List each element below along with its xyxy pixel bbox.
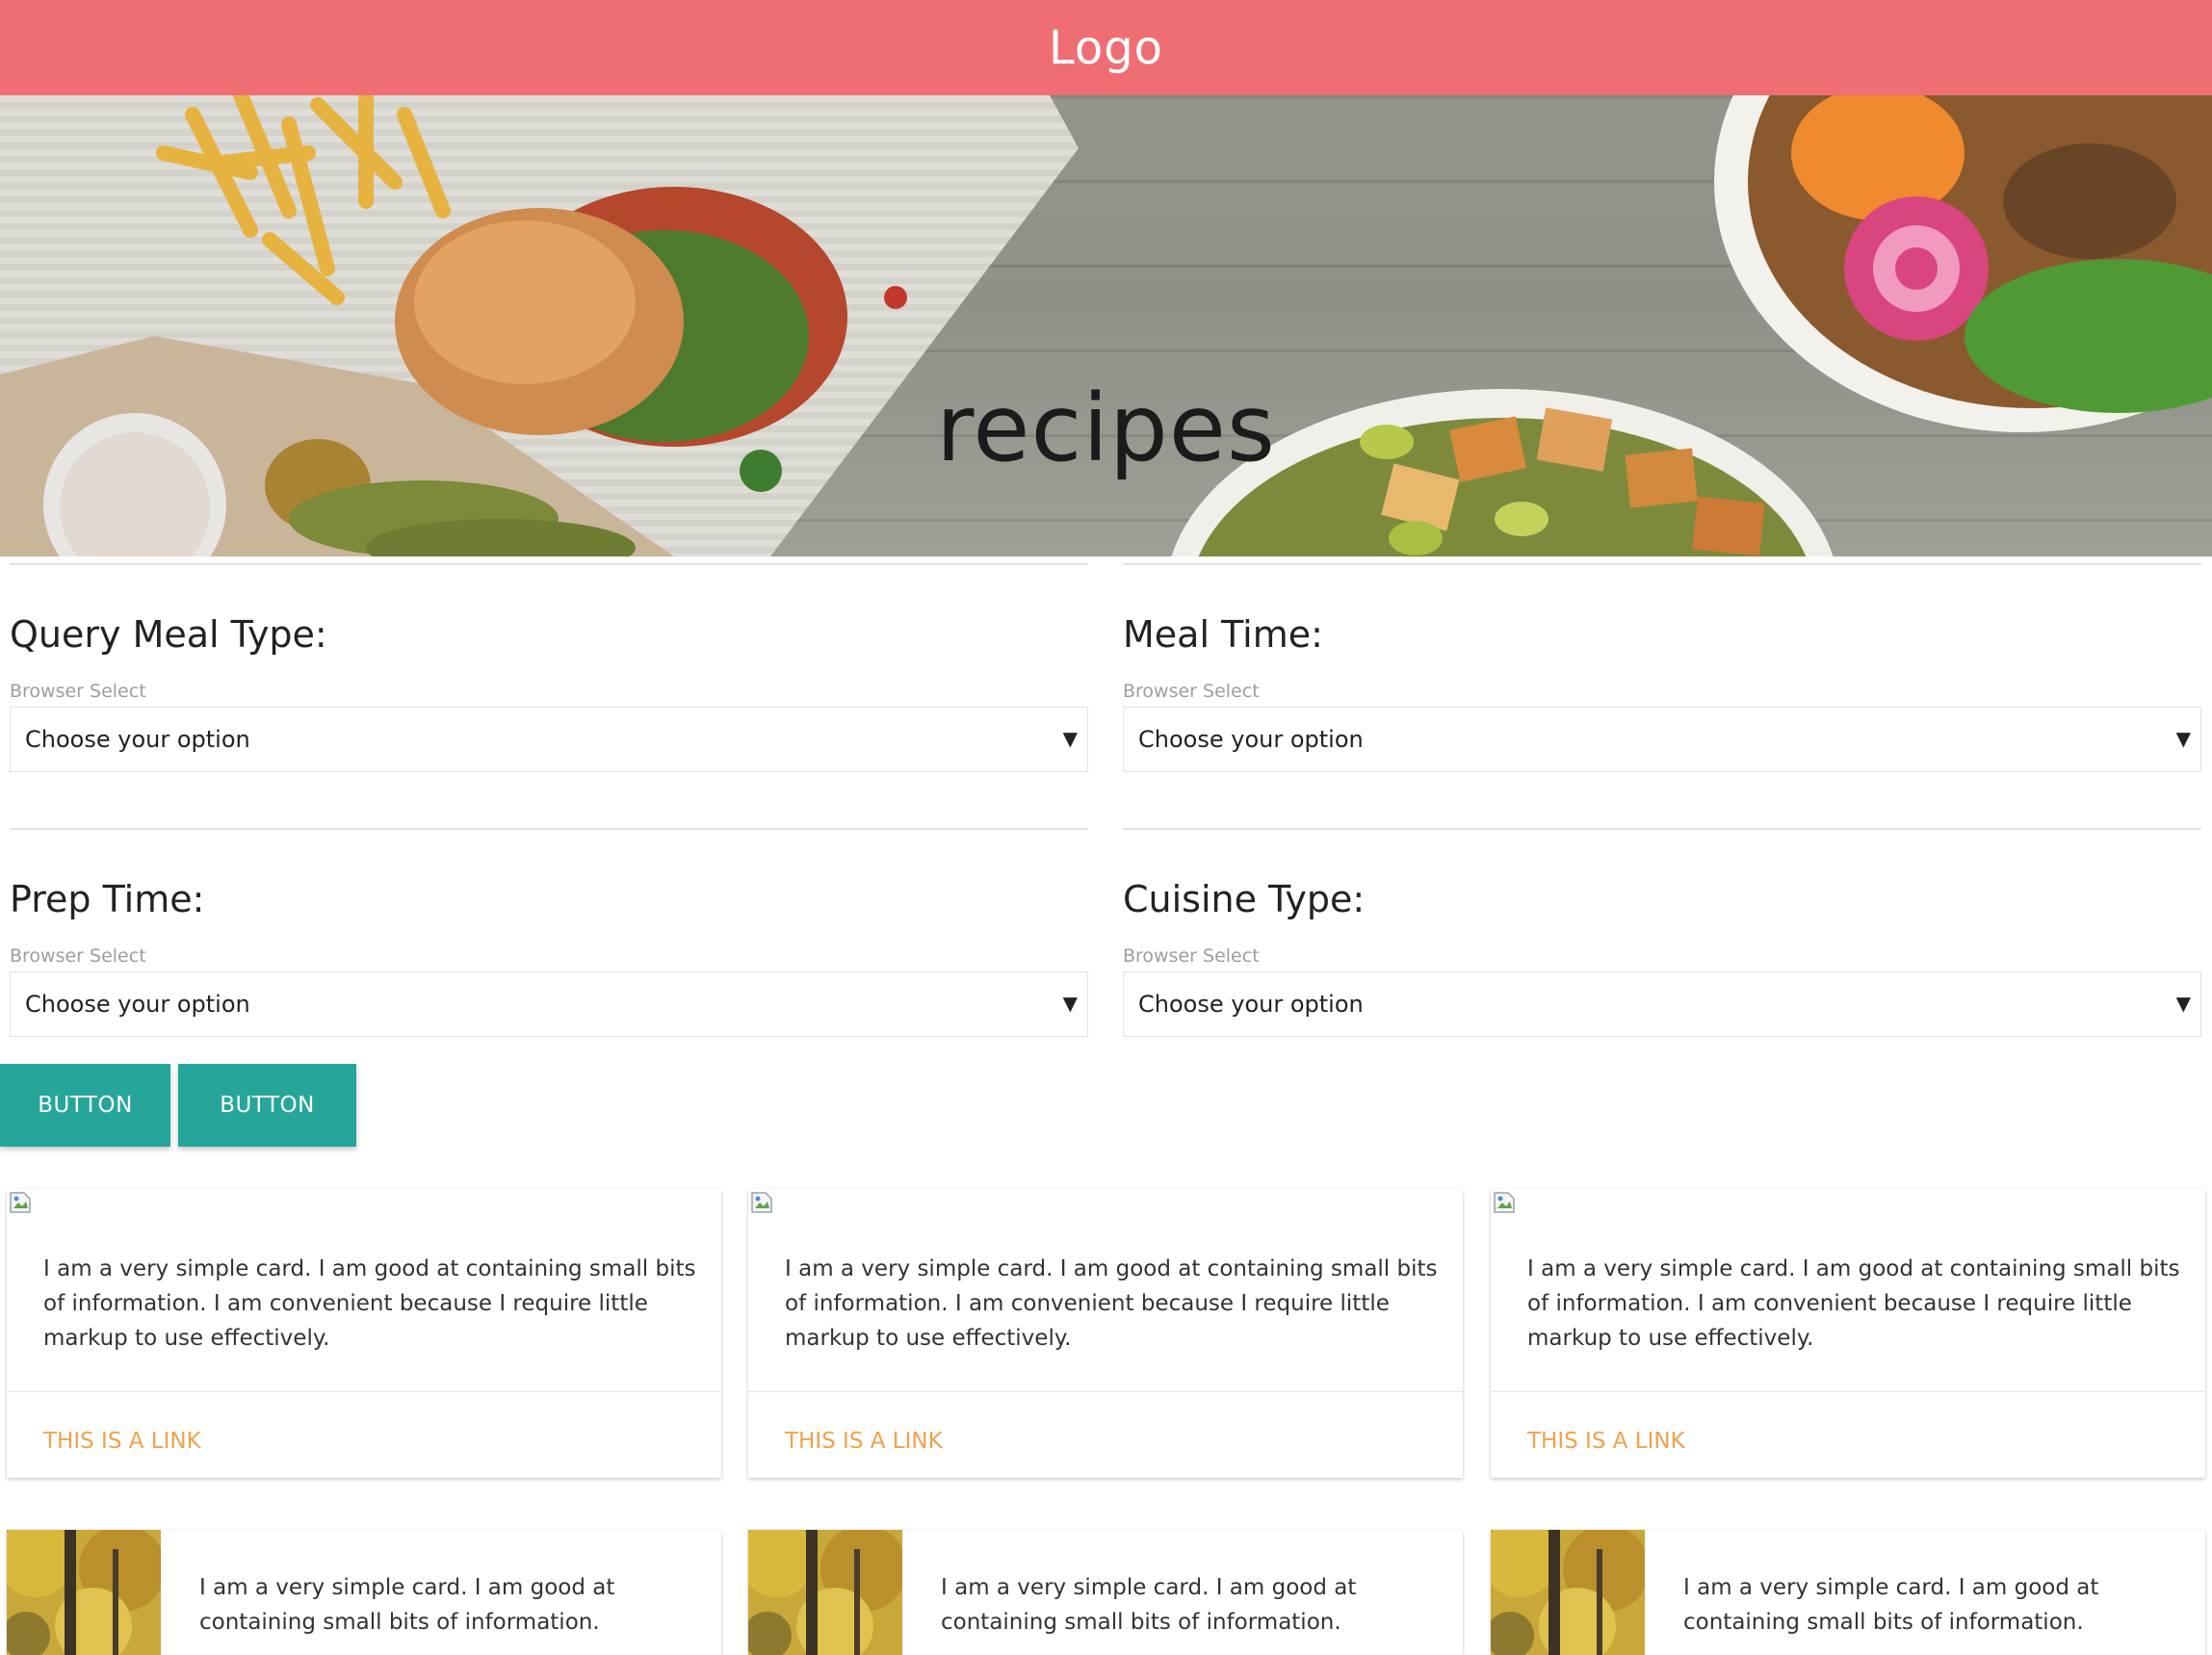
primary-button-2[interactable]: BUTTON xyxy=(178,1064,356,1147)
card-text: I am a very simple card. I am good at co… xyxy=(1683,1575,2099,1635)
select-value: Choose your option xyxy=(25,726,250,753)
card-link[interactable]: This is a link xyxy=(1527,1429,1685,1454)
dropdown-arrow-icon: ▼ xyxy=(1062,727,1078,750)
filter-label: Meal Time: xyxy=(1123,613,1323,656)
filter-helper-text: Browser Select xyxy=(10,681,146,702)
dropdown-arrow-icon: ▼ xyxy=(1062,992,1078,1015)
broken-image-icon xyxy=(10,1192,31,1213)
hero-food-illustration xyxy=(0,95,2212,556)
autumn-forest-image xyxy=(1491,1530,1645,1655)
meal-type-select[interactable]: Choose your option ▼ xyxy=(10,707,1088,772)
meal-time-select[interactable]: Choose your option ▼ xyxy=(1123,707,2201,772)
filter-label: Prep Time: xyxy=(10,878,205,920)
navbar: Logo xyxy=(0,0,2212,95)
primary-button-1[interactable]: BUTTON xyxy=(0,1064,170,1147)
broken-image-icon xyxy=(1494,1192,1515,1213)
card-link[interactable]: This is a link xyxy=(785,1429,943,1454)
card-text: I am a very simple card. I am good at co… xyxy=(199,1575,615,1635)
card: I am a very simple card. I am good at co… xyxy=(1491,1189,2205,1478)
card-divider xyxy=(1491,1391,2205,1392)
card-text: I am a very simple card. I am good at co… xyxy=(941,1575,1357,1635)
filter-helper-text: Browser Select xyxy=(1123,945,1260,967)
filter-label: Cuisine Type: xyxy=(1123,878,1366,920)
hero-banner: recipes xyxy=(0,95,2212,556)
card-link[interactable]: This is a link xyxy=(43,1429,201,1454)
autumn-forest-image xyxy=(748,1530,902,1655)
divider xyxy=(10,828,1088,830)
filter-helper-text: Browser Select xyxy=(1123,681,1260,702)
filter-prep-time: Prep Time: Browser Select Choose your op… xyxy=(10,828,1088,1037)
select-value: Choose your option xyxy=(1138,726,1364,753)
hero-title: recipes xyxy=(936,375,1276,482)
prep-time-select[interactable]: Choose your option ▼ xyxy=(10,971,1088,1037)
card-divider xyxy=(7,1391,721,1392)
divider xyxy=(10,563,1088,565)
filter-cuisine-type: Cuisine Type: Browser Select Choose your… xyxy=(1123,828,2201,1037)
logo[interactable]: Logo xyxy=(1049,21,1163,75)
dropdown-arrow-icon: ▼ xyxy=(2175,992,2191,1015)
filter-meal-time: Meal Time: Browser Select Choose your op… xyxy=(1123,563,2201,772)
filter-helper-text: Browser Select xyxy=(10,945,146,967)
horizontal-card: I am a very simple card. I am good at co… xyxy=(1491,1530,2205,1655)
card: I am a very simple card. I am good at co… xyxy=(7,1189,721,1478)
select-value: Choose your option xyxy=(1138,991,1364,1018)
select-value: Choose your option xyxy=(25,991,250,1018)
autumn-forest-image xyxy=(7,1530,161,1655)
card-divider xyxy=(748,1391,1463,1392)
broken-image-icon xyxy=(751,1192,772,1213)
horizontal-card: I am a very simple card. I am good at co… xyxy=(748,1530,1463,1655)
divider xyxy=(1123,563,2201,565)
divider xyxy=(1123,828,2201,830)
dropdown-arrow-icon: ▼ xyxy=(2175,727,2191,750)
filter-meal-type: Query Meal Type: Browser Select Choose y… xyxy=(10,563,1088,772)
card-text: I am a very simple card. I am good at co… xyxy=(43,1256,696,1351)
card-text: I am a very simple card. I am good at co… xyxy=(1527,1256,2180,1351)
filter-label: Query Meal Type: xyxy=(10,613,327,656)
horizontal-card: I am a very simple card. I am good at co… xyxy=(7,1530,721,1655)
card: I am a very simple card. I am good at co… xyxy=(748,1189,1463,1478)
card-text: I am a very simple card. I am good at co… xyxy=(785,1256,1438,1351)
cuisine-type-select[interactable]: Choose your option ▼ xyxy=(1123,971,2201,1037)
